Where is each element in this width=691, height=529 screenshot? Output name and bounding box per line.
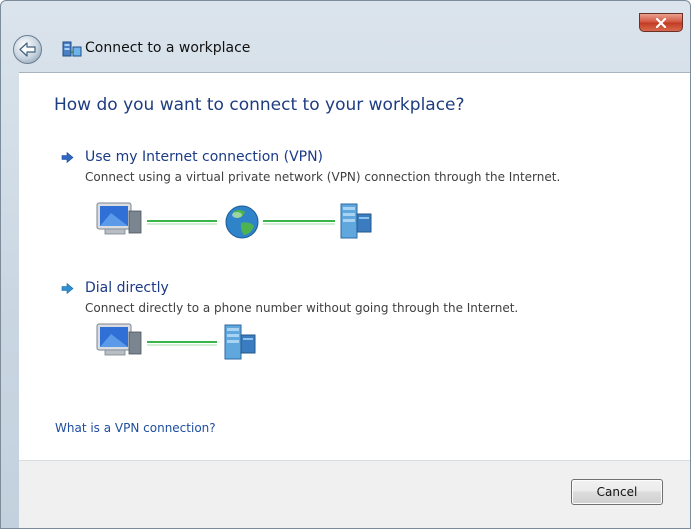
dial-directly-option[interactable]: Dial directly Connect directly to a phon… [19, 280, 690, 380]
cancel-button[interactable]: Cancel [571, 479, 663, 505]
server-icon [340, 203, 372, 239]
close-button[interactable] [639, 13, 683, 32]
computer-icon [96, 323, 142, 356]
title-bar: Connect to a workplace [1, 1, 690, 71]
back-button[interactable] [13, 35, 42, 64]
vpn-help-link[interactable]: What is a VPN connection? [55, 421, 216, 435]
close-icon [655, 17, 667, 28]
dial-diagram [96, 323, 256, 360]
dialog-window: Connect to a workplace How do you want t… [0, 0, 691, 529]
server-icon [224, 324, 256, 360]
back-arrow-icon [19, 42, 36, 57]
vpn-option[interactable]: Use my Internet connection (VPN) Connect… [19, 149, 690, 249]
computer-icon [96, 202, 142, 235]
window-title: Connect to a workplace [85, 40, 251, 56]
globe-icon [225, 205, 259, 239]
vpn-diagram [96, 202, 372, 239]
network-connection-icon [62, 41, 82, 57]
content-panel: How do you want to connect to your workp… [19, 72, 690, 461]
page-heading: How do you want to connect to your workp… [54, 95, 465, 115]
dialog-footer: Cancel [19, 460, 690, 528]
